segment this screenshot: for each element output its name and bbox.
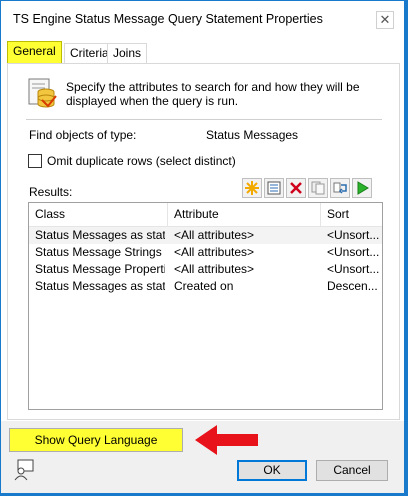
omit-duplicates-label[interactable]: Omit duplicate rows (select distinct) (47, 154, 236, 168)
show-query-language-button[interactable]: Show Query Language (9, 428, 183, 452)
ok-button[interactable]: OK (237, 460, 307, 481)
omit-duplicates-checkbox[interactable] (28, 154, 42, 168)
separator (26, 119, 382, 120)
red-arrow-annotation (195, 425, 258, 455)
results-label: Results: (29, 185, 73, 199)
swap-icon (333, 182, 347, 194)
find-objects-value: Status Messages (206, 128, 299, 142)
tab-general[interactable]: General (7, 41, 62, 64)
delete-button[interactable] (286, 178, 306, 198)
find-objects-label: Find objects of type: (29, 128, 137, 142)
properties-dialog: TS Engine Status Message Query Statement… (0, 0, 408, 496)
column-header-class[interactable]: Class (29, 203, 65, 226)
results-header: Class Attribute Sort (29, 203, 382, 227)
table-row[interactable]: Status Message Strings a... <All attribu… (29, 244, 382, 261)
copy-icon (311, 181, 325, 195)
results-list[interactable]: Class Attribute Sort Status Messages as … (28, 202, 383, 410)
properties-icon (267, 181, 281, 195)
table-row[interactable]: Status Messages as stat <All attributes>… (29, 227, 382, 244)
close-icon: ✕ (379, 12, 391, 27)
properties-button[interactable] (264, 178, 284, 198)
title-bar: TS Engine Status Message Query Statement… (1, 1, 404, 39)
swap-button[interactable] (330, 178, 350, 198)
new-icon (245, 181, 259, 195)
query-database-icon (28, 78, 57, 108)
column-header-attribute[interactable]: Attribute (168, 203, 219, 226)
run-button[interactable] (352, 178, 372, 198)
cancel-button[interactable]: Cancel (316, 460, 388, 481)
description-text: Specify the attributes to search for and… (66, 80, 360, 108)
close-button[interactable]: ✕ (376, 11, 394, 29)
user-feedback-icon[interactable] (13, 459, 35, 481)
tab-joins[interactable]: Joins (107, 43, 148, 64)
table-row[interactable]: Status Message Properti... <All attribut… (29, 261, 382, 278)
run-icon (357, 181, 369, 195)
delete-icon (290, 182, 302, 194)
copy-button[interactable] (308, 178, 328, 198)
table-row[interactable]: Status Messages as stat Created on Desce… (29, 278, 382, 295)
column-header-sort[interactable]: Sort (321, 203, 349, 226)
window-title: TS Engine Status Message Query Statement… (13, 12, 323, 26)
new-attribute-button[interactable] (242, 178, 262, 198)
general-tab-panel: Specify the attributes to search for and… (7, 63, 400, 420)
